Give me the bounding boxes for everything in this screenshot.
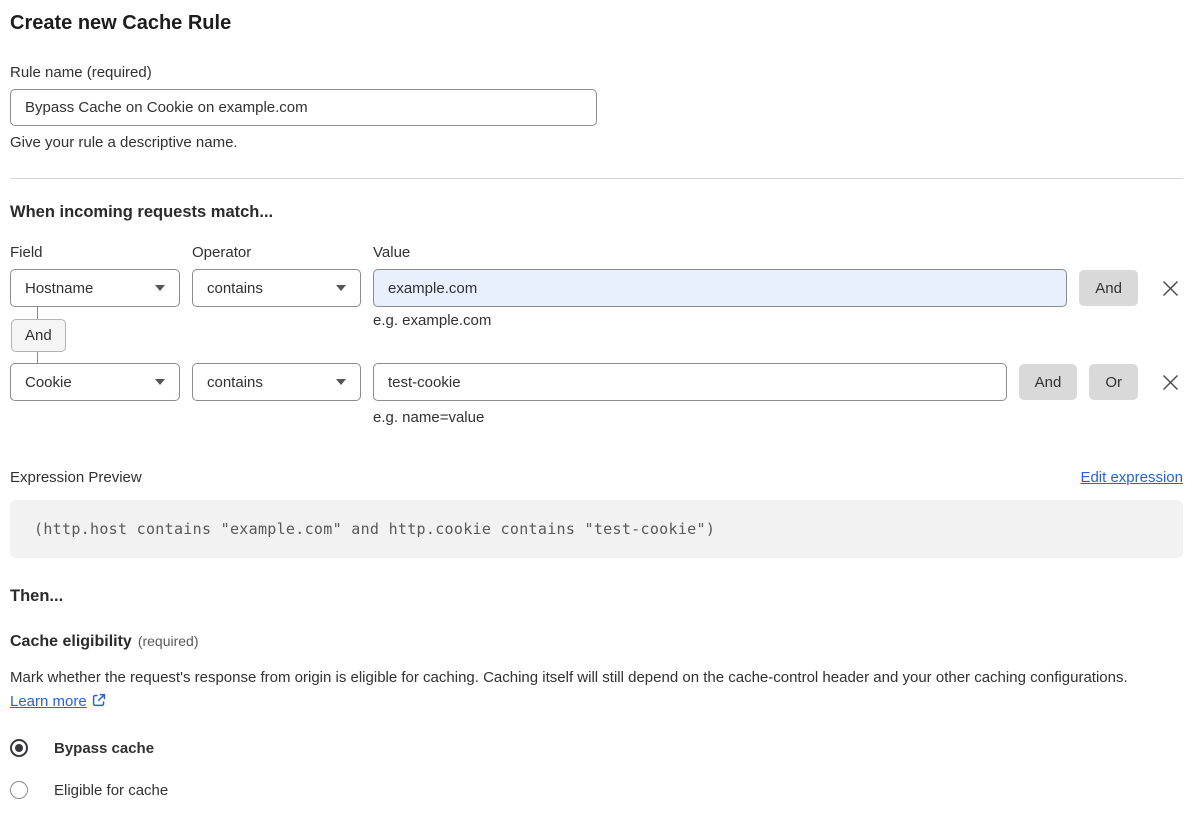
operator-column-label: Operator bbox=[192, 244, 252, 261]
connector-and-button[interactable]: And bbox=[11, 319, 66, 352]
rule-name-helper: Give your rule a descriptive name. bbox=[10, 134, 238, 151]
section-divider bbox=[10, 178, 1183, 179]
chevron-down-icon bbox=[336, 379, 346, 385]
radio-unselected-icon[interactable] bbox=[10, 781, 28, 799]
operator-select-value: contains bbox=[207, 279, 263, 297]
chevron-down-icon bbox=[336, 285, 346, 291]
or-button[interactable]: Or bbox=[1089, 364, 1138, 400]
operator-select-value: contains bbox=[207, 373, 263, 391]
match-row: Hostname contains And bbox=[10, 269, 1183, 307]
value-hint: e.g. name=value bbox=[373, 409, 485, 426]
match-heading: When incoming requests match... bbox=[10, 203, 274, 221]
external-link-icon bbox=[92, 693, 105, 707]
operator-select[interactable]: contains bbox=[192, 363, 361, 401]
cache-eligibility-heading: Cache eligibility (required) bbox=[10, 633, 1183, 651]
match-column-labels: Field Operator Value bbox=[10, 244, 1183, 261]
value-input[interactable] bbox=[373, 269, 1068, 307]
remove-row-button[interactable] bbox=[1157, 275, 1183, 301]
then-heading: Then... bbox=[10, 587, 64, 605]
edit-expression-link[interactable]: Edit expression bbox=[1080, 469, 1183, 486]
remove-row-button[interactable] bbox=[1157, 369, 1183, 395]
page-title: Create new Cache Rule bbox=[10, 12, 232, 34]
required-note: (required) bbox=[137, 633, 199, 649]
chevron-down-icon bbox=[155, 285, 165, 291]
connector-line bbox=[37, 352, 38, 363]
learn-more-link[interactable]: Learn more bbox=[10, 693, 87, 710]
field-column-label: Field bbox=[10, 244, 43, 261]
close-icon bbox=[1162, 280, 1178, 296]
chevron-down-icon bbox=[155, 379, 165, 385]
field-select[interactable]: Hostname bbox=[10, 269, 180, 307]
description-text: Mark whether the request's response from… bbox=[10, 669, 1128, 686]
field-select[interactable]: Cookie bbox=[10, 363, 180, 401]
cache-eligibility-title: Cache eligibility bbox=[10, 633, 132, 650]
and-button[interactable]: And bbox=[1079, 270, 1138, 306]
radio-option-eligible-for-cache[interactable]: Eligible for cache bbox=[10, 781, 1183, 799]
field-select-value: Cookie bbox=[25, 373, 72, 391]
radio-label: Eligible for cache bbox=[54, 781, 169, 799]
create-cache-rule-form: Create new Cache Rule Rule name (require… bbox=[0, 0, 1200, 819]
radio-label: Bypass cache bbox=[54, 739, 155, 757]
radio-option-bypass-cache[interactable]: Bypass cache bbox=[10, 739, 1183, 757]
match-row: Cookie contains And Or bbox=[10, 363, 1183, 401]
value-hint: e.g. example.com bbox=[373, 312, 492, 329]
value-column-label: Value bbox=[373, 244, 411, 261]
cache-eligibility-description: Mark whether the request's response from… bbox=[10, 666, 1170, 714]
radio-selected-icon[interactable] bbox=[10, 739, 28, 757]
field-select-value: Hostname bbox=[25, 279, 94, 297]
value-input[interactable] bbox=[373, 363, 1007, 401]
operator-select[interactable]: contains bbox=[192, 269, 361, 307]
and-button[interactable]: And bbox=[1018, 364, 1078, 400]
rule-name-input[interactable] bbox=[10, 89, 597, 126]
row-connector-area: And e.g. example.com bbox=[10, 307, 1183, 363]
expression-code: (http.host contains "example.com" and ht… bbox=[10, 500, 1183, 558]
expression-header: Expression Preview Edit expression bbox=[10, 469, 1183, 486]
connector-line bbox=[37, 307, 38, 319]
expression-preview-label: Expression Preview bbox=[10, 469, 142, 486]
rule-name-label: Rule name (required) bbox=[10, 64, 152, 81]
close-icon bbox=[1162, 374, 1178, 390]
